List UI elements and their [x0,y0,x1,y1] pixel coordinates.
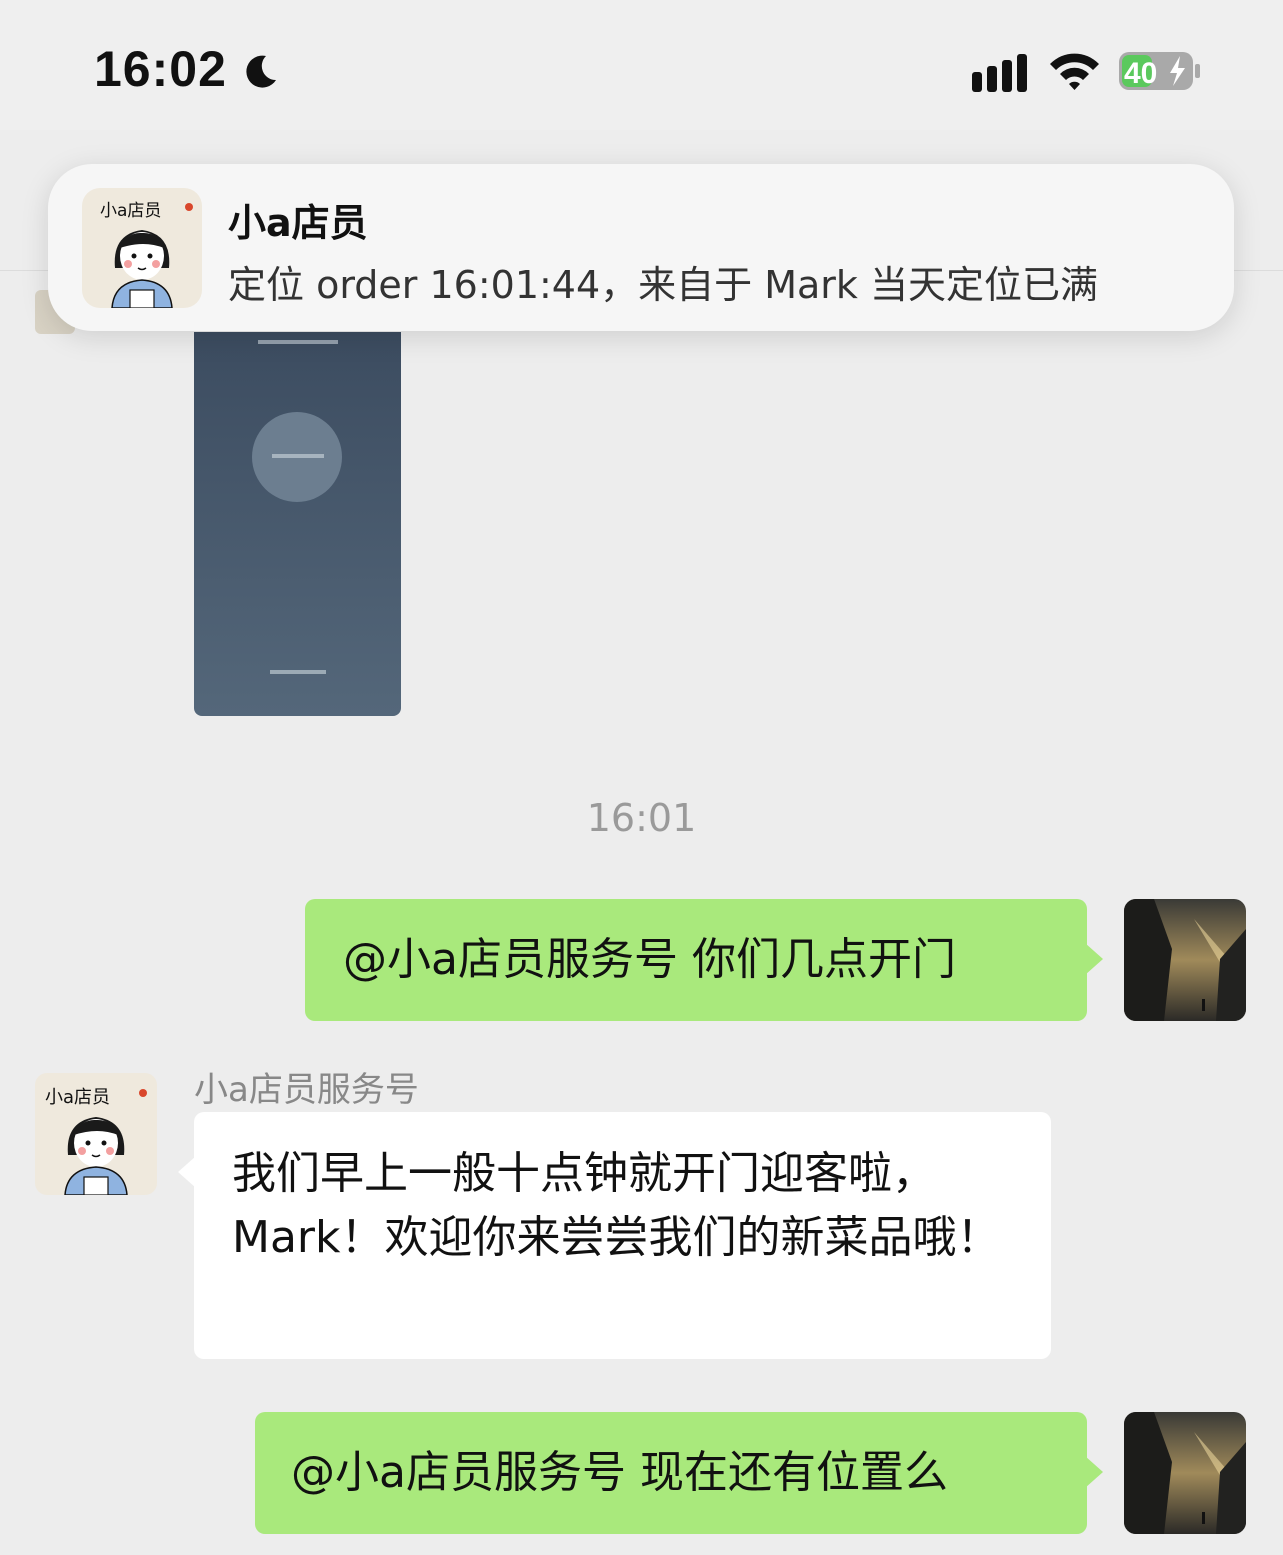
my-message-bubble[interactable]: @小a店员服务号 现在还有位置么 [255,1412,1103,1534]
my-avatar[interactable] [1124,899,1246,1021]
status-time: 16:02 [94,41,227,97]
chat-timestamp: 16:01 [586,796,697,840]
battery-charging-icon: 40 [1119,52,1200,90]
notification-title: 小a店员 [228,201,368,245]
image-text-line [270,670,326,674]
image-text-line [272,454,324,458]
notification-body: 定位 order 16:01:44，来自于 Mark 当天定位已满 [228,263,1099,307]
message-text: @小a店员服务号 现在还有位置么 [291,1447,948,1498]
image-text-line [258,340,338,344]
wifi-icon [1050,53,1099,90]
image-message[interactable] [194,332,401,716]
my-message-bubble[interactable]: @小a店员服务号 你们几点开门 [305,899,1103,1021]
message-text: @小a店员服务号 你们几点开门 [343,934,956,985]
moon-icon [246,55,276,88]
shop-assistant-app-icon: 小a店员 [82,188,202,308]
bot-message-bubble[interactable]: 我们早上一般十点钟就开门迎客啦，Mark！欢迎你来尝尝我们的新菜品哦！ [178,1112,1051,1359]
bot-avatar[interactable]: 小a店员 [35,1073,157,1195]
notification-banner[interactable]: 小a店员 小a店员 定位 order 16:01:44，来自于 Mark 当天定… [48,164,1234,331]
my-avatar[interactable] [1124,1412,1246,1534]
battery-level: 40 [1124,57,1157,90]
cellular-signal-icon [972,54,1027,92]
app-icon-logo-text: 小a店员 [100,201,161,221]
sender-name: 小a店员服务号 [194,1070,419,1110]
bot-avatar-logo-text: 小a店员 [45,1087,110,1108]
message-text: 我们早上一般十点钟就开门迎客啦，Mark！欢迎你来尝尝我们的新菜品哦！ [232,1148,1001,1263]
status-bar: 16:02 40 [0,0,1283,130]
